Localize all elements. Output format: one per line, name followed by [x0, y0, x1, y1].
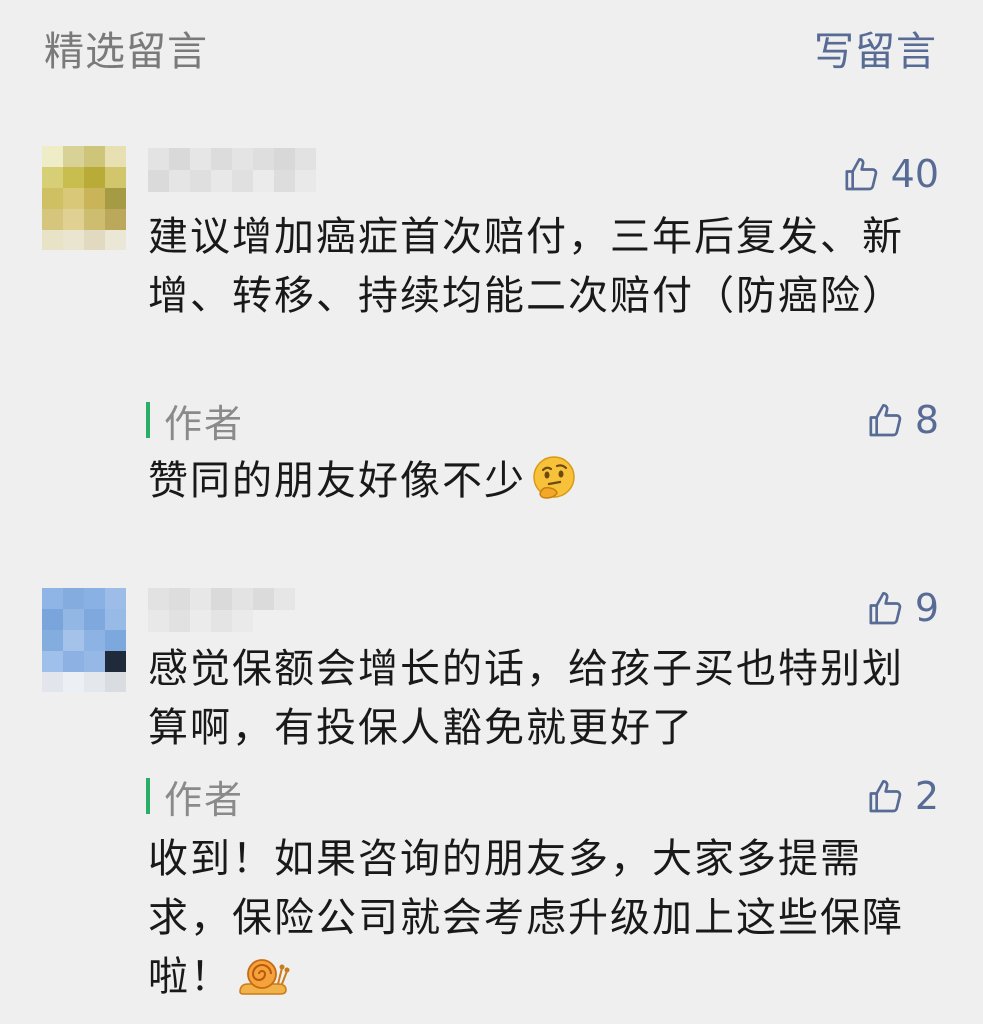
section-title: 精选留言 [44, 29, 208, 75]
like-button[interactable]: 9 [865, 586, 939, 630]
like-count: 2 [914, 774, 939, 818]
author-label: 作者 [164, 777, 245, 822]
author-bar [146, 778, 150, 814]
reply-text-content: 赞同的朋友好像不少 [148, 458, 526, 504]
author-reply-header: 作者 [146, 398, 244, 446]
comment-text: 感觉保额会增长的话，给孩子买也特别划算啊，有投保人豁免就更好了 [148, 646, 904, 751]
nickname-blurred [148, 148, 316, 192]
avatar[interactable] [42, 588, 126, 692]
comment-text: 建议增加癌症首次赔付，三年后复发、新增、转移、持续均能二次赔付（防癌险） [148, 214, 904, 319]
thumbs-up-icon [869, 780, 902, 813]
avatar[interactable] [42, 146, 126, 250]
thumbs-up-icon [869, 404, 902, 437]
nickname-blurred [148, 588, 316, 632]
author-label: 作者 [164, 401, 245, 446]
like-button[interactable]: 40 [841, 152, 939, 196]
thumbs-up-icon [869, 592, 902, 625]
reply-like-button[interactable]: 2 [865, 774, 939, 818]
thinking-face-icon [530, 454, 578, 519]
like-count: 9 [914, 586, 939, 630]
author-reply-header: 作者 [146, 774, 244, 822]
write-comment-link[interactable]: 写留言 [814, 26, 937, 78]
reply-text: 收到！如果咨询的朋友多，大家多提需求，保险公司就会考虑升级加上这些保障啦！ [148, 830, 908, 1015]
reply-text: 赞同的朋友好像不少 [148, 452, 908, 519]
like-count: 40 [890, 152, 939, 196]
reply-like-button[interactable]: 8 [865, 398, 939, 442]
author-bar [146, 402, 150, 438]
snail-icon [236, 954, 290, 1015]
thumbs-up-icon [845, 158, 877, 191]
like-count: 8 [914, 398, 939, 442]
